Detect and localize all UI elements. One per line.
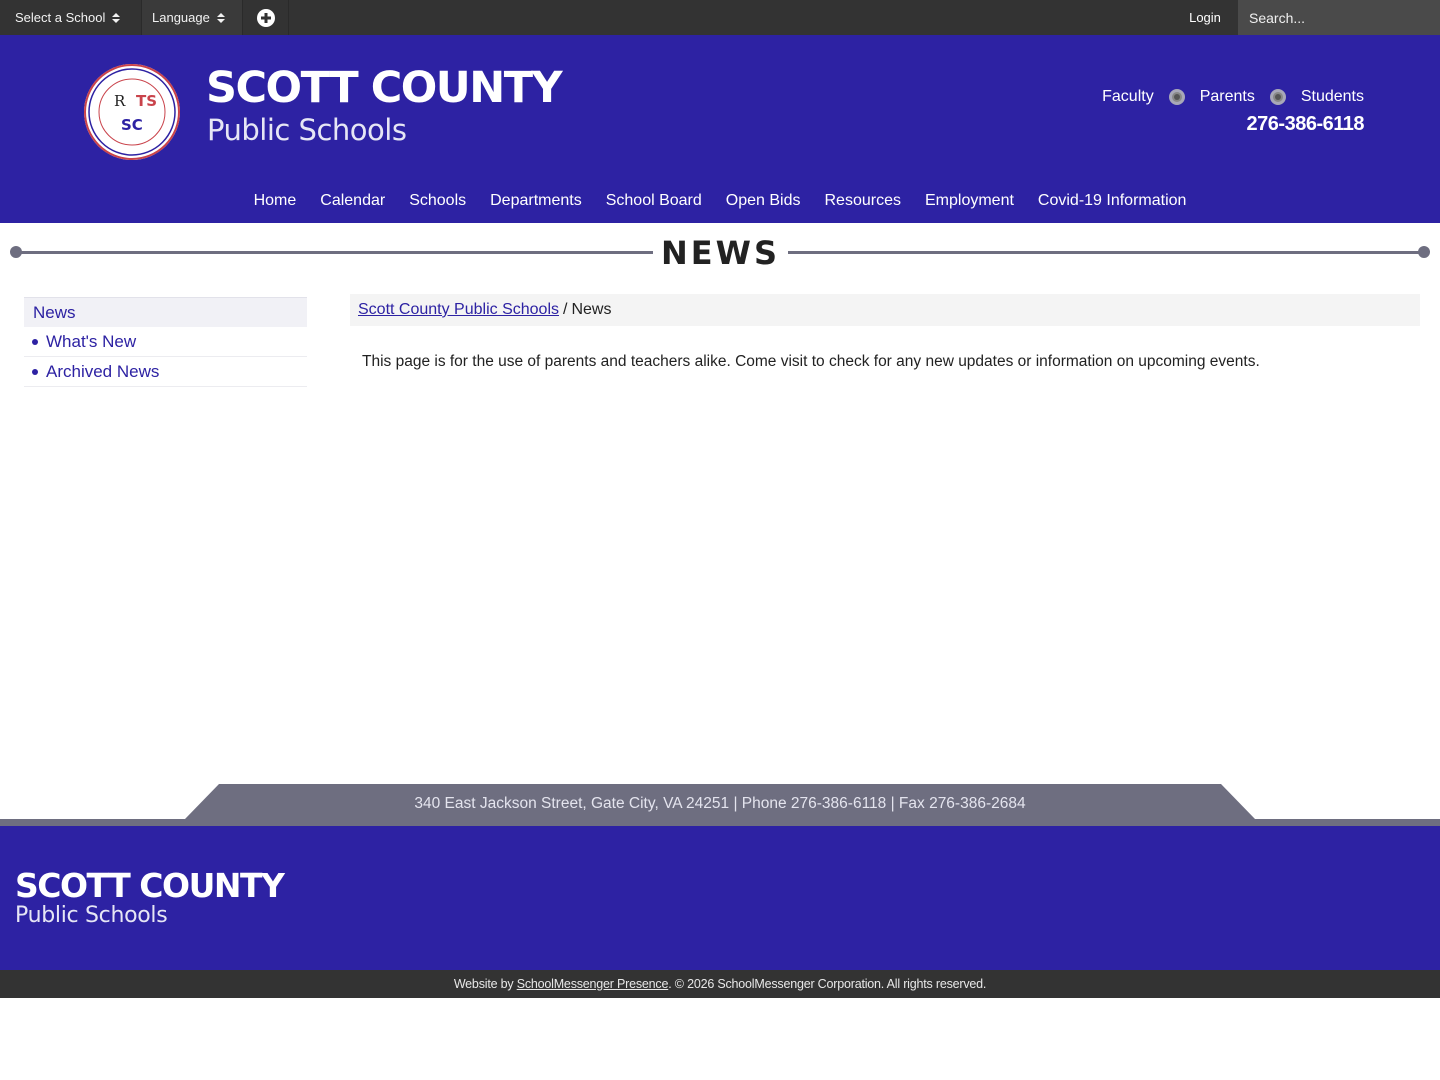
footer-title[interactable]: SCOTT COUNTY bbox=[15, 866, 285, 905]
footer-address: 340 East Jackson Street, Gate City, VA 2… bbox=[414, 795, 1026, 812]
schoolmessenger-link[interactable]: SchoolMessenger Presence bbox=[517, 977, 669, 991]
rule-end-dot bbox=[1418, 246, 1430, 258]
site-title[interactable]: SCOTT COUNTY bbox=[206, 63, 563, 113]
sidebar-item-whats-new[interactable]: What's New bbox=[24, 327, 307, 357]
main-navigation: Home Calendar Schools Departments School… bbox=[0, 192, 1440, 210]
select-school-label: Select a School bbox=[15, 10, 106, 25]
nav-schools[interactable]: Schools bbox=[397, 192, 478, 210]
page-title: NEWS bbox=[661, 234, 780, 272]
footer-credits: Website by SchoolMessenger Presence. © 2… bbox=[0, 970, 1440, 998]
language-dropdown[interactable]: Language bbox=[141, 0, 243, 35]
breadcrumb-home-link[interactable]: Scott County Public Schools bbox=[358, 301, 559, 319]
quick-link-faculty[interactable]: Faculty bbox=[1102, 88, 1154, 106]
section-sidebar: News What's New Archived News bbox=[24, 297, 307, 387]
credit-prefix: Website by bbox=[453, 977, 514, 991]
page-intro-text: This page is for the use of parents and … bbox=[362, 353, 1260, 370]
bullet-icon bbox=[32, 338, 38, 345]
nav-employment[interactable]: Employment bbox=[913, 192, 1026, 210]
nav-resources[interactable]: Resources bbox=[813, 192, 913, 210]
sidebar-heading-news[interactable]: News bbox=[24, 297, 307, 327]
svg-text:TS: TS bbox=[136, 92, 157, 110]
search-input[interactable] bbox=[1238, 0, 1440, 35]
separator-dot-icon bbox=[1168, 89, 1185, 105]
sidebar-item-archived-news[interactable]: Archived News bbox=[24, 357, 307, 387]
footer-address-band: 340 East Jackson Street, Gate City, VA 2… bbox=[0, 784, 1440, 826]
site-subtitle[interactable]: Public Schools bbox=[207, 113, 407, 147]
quick-link-parents[interactable]: Parents bbox=[1200, 88, 1255, 106]
district-seal-logo[interactable]: R TS SC bbox=[84, 64, 180, 160]
sort-caret-icon bbox=[112, 12, 121, 23]
site-header: R TS SC SCOTT COUNTY Public Schools Facu… bbox=[0, 35, 1440, 223]
header-phone[interactable]: 276-386-6118 bbox=[1247, 113, 1365, 136]
login-link[interactable]: Login bbox=[1172, 0, 1238, 35]
separator-dot-icon bbox=[1269, 89, 1286, 105]
language-label: Language bbox=[152, 10, 210, 25]
nav-calendar[interactable]: Calendar bbox=[308, 192, 397, 210]
footer-subtitle[interactable]: Public Schools bbox=[15, 903, 168, 928]
nav-home[interactable]: Home bbox=[242, 192, 309, 210]
page-title-band: NEWS bbox=[0, 223, 1440, 283]
svg-text:R: R bbox=[114, 92, 126, 110]
quick-links: Faculty Parents Students bbox=[1102, 88, 1364, 106]
select-school-dropdown[interactable]: Select a School bbox=[0, 0, 141, 35]
breadcrumb-current: News bbox=[571, 301, 612, 318]
sort-caret-icon bbox=[216, 12, 225, 23]
credit-suffix: . © 2026 SchoolMessenger Corporation. Al… bbox=[668, 977, 987, 991]
utility-bar: Select a School Language Login bbox=[0, 0, 1440, 35]
nav-departments[interactable]: Departments bbox=[478, 192, 594, 210]
bullet-icon bbox=[32, 368, 38, 375]
svg-text:SC: SC bbox=[121, 116, 143, 134]
breadcrumb-separator: / bbox=[563, 301, 568, 318]
plus-circle-icon[interactable] bbox=[244, 0, 289, 35]
title-rule-left bbox=[16, 251, 653, 254]
nav-school-board[interactable]: School Board bbox=[594, 192, 714, 210]
site-footer: SCOTT COUNTY Public Schools bbox=[0, 826, 1440, 970]
nav-covid-information[interactable]: Covid-19 Information bbox=[1026, 192, 1199, 210]
quick-link-students[interactable]: Students bbox=[1301, 88, 1364, 106]
breadcrumb: Scott County Public Schools / News bbox=[350, 294, 1420, 326]
title-rule-right bbox=[788, 251, 1424, 254]
sidebar-item-label: What's New bbox=[46, 331, 137, 351]
nav-open-bids[interactable]: Open Bids bbox=[714, 192, 813, 210]
sidebar-item-label: Archived News bbox=[46, 361, 160, 381]
